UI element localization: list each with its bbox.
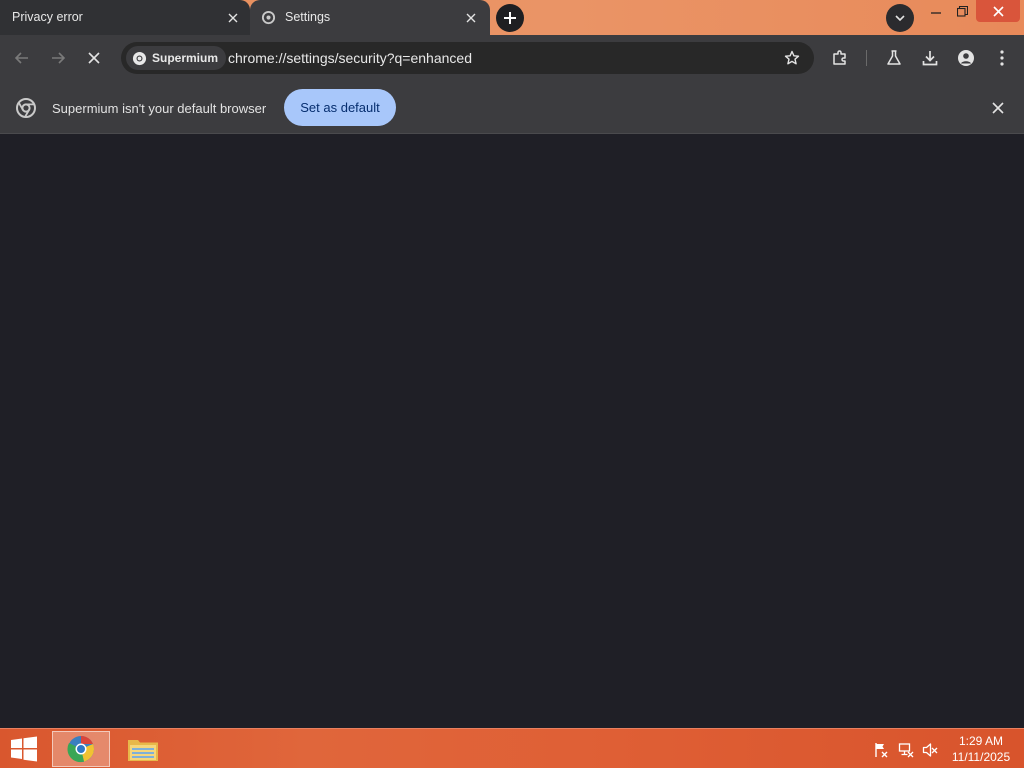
clock-time: 1:29 AM [958, 734, 1004, 748]
infobar-close-button[interactable] [987, 97, 1009, 119]
action-center-flag-icon[interactable] [872, 741, 890, 759]
labs-button[interactable] [880, 44, 908, 72]
close-icon [992, 102, 1004, 114]
site-chip-label: Supermium [152, 51, 219, 65]
forward-button[interactable] [44, 44, 72, 72]
system-clock[interactable]: 1:29 AM 11/11/2025 [944, 733, 1018, 765]
windows-logo-icon [11, 736, 37, 762]
puzzle-icon [833, 50, 846, 65]
stop-loading-button[interactable] [80, 44, 108, 72]
download-icon [922, 51, 938, 66]
tab-title: Privacy error [12, 10, 83, 24]
tab-strip: Privacy error Settings [0, 0, 1024, 35]
tab-close-icon[interactable] [224, 9, 242, 27]
bookmark-button[interactable] [778, 44, 806, 72]
back-button[interactable] [8, 44, 36, 72]
tab-title: Settings [285, 10, 331, 24]
taskbar-browser-app[interactable] [52, 731, 110, 767]
settings-gear-icon [261, 10, 276, 30]
infobar-message: Supermium isn't your default browser [52, 101, 267, 116]
arrow-left-icon [14, 52, 28, 64]
minimize-button[interactable] [924, 0, 948, 22]
window-close-button[interactable] [976, 0, 1020, 22]
more-vert-icon [1000, 50, 1004, 66]
taskbar-file-explorer-app[interactable] [114, 731, 172, 767]
default-browser-infobar: Supermium isn't your default browser Set… [0, 81, 1024, 134]
toolbar-divider [866, 50, 867, 66]
star-icon [784, 50, 800, 65]
page-content [0, 135, 1024, 728]
url-text[interactable]: chrome://settings/security?q=enhanced [228, 50, 472, 66]
close-icon [992, 5, 1004, 17]
site-info-chip[interactable]: Supermium [126, 46, 227, 70]
clock-date: 11/11/2025 [951, 750, 1011, 764]
tab-settings[interactable]: Settings [250, 0, 490, 35]
close-icon [88, 52, 100, 64]
browser-icon [67, 736, 94, 763]
plus-icon [504, 12, 516, 24]
new-tab-button[interactable] [496, 4, 524, 32]
file-explorer-icon [128, 740, 158, 761]
downloads-button[interactable] [916, 44, 944, 72]
restore-icon [956, 5, 968, 17]
flask-icon [887, 50, 901, 65]
avatar-icon [958, 50, 974, 66]
volume-muted-icon[interactable] [921, 741, 939, 759]
tab-close-icon[interactable] [462, 9, 480, 27]
restore-button[interactable] [950, 0, 974, 22]
chevron-down-icon [895, 15, 905, 22]
browser-logo-icon [132, 51, 147, 65]
start-button[interactable] [4, 733, 44, 765]
set-as-default-button[interactable]: Set as default [284, 89, 396, 126]
address-bar[interactable]: Supermium chrome://settings/security?q=e… [121, 42, 814, 74]
browser-logo-icon [16, 98, 36, 123]
tab-search-button[interactable] [886, 4, 914, 32]
profile-button[interactable] [952, 44, 980, 72]
tab-privacy-error[interactable]: Privacy error [0, 0, 250, 35]
taskbar: 1:29 AM 11/11/2025 [0, 728, 1024, 768]
network-icon[interactable] [897, 741, 915, 759]
browser-toolbar: Supermium chrome://settings/security?q=e… [0, 35, 1024, 81]
extensions-button[interactable] [826, 44, 854, 72]
menu-button[interactable] [988, 44, 1016, 72]
arrow-right-icon [52, 52, 66, 64]
minimize-icon [931, 12, 941, 14]
